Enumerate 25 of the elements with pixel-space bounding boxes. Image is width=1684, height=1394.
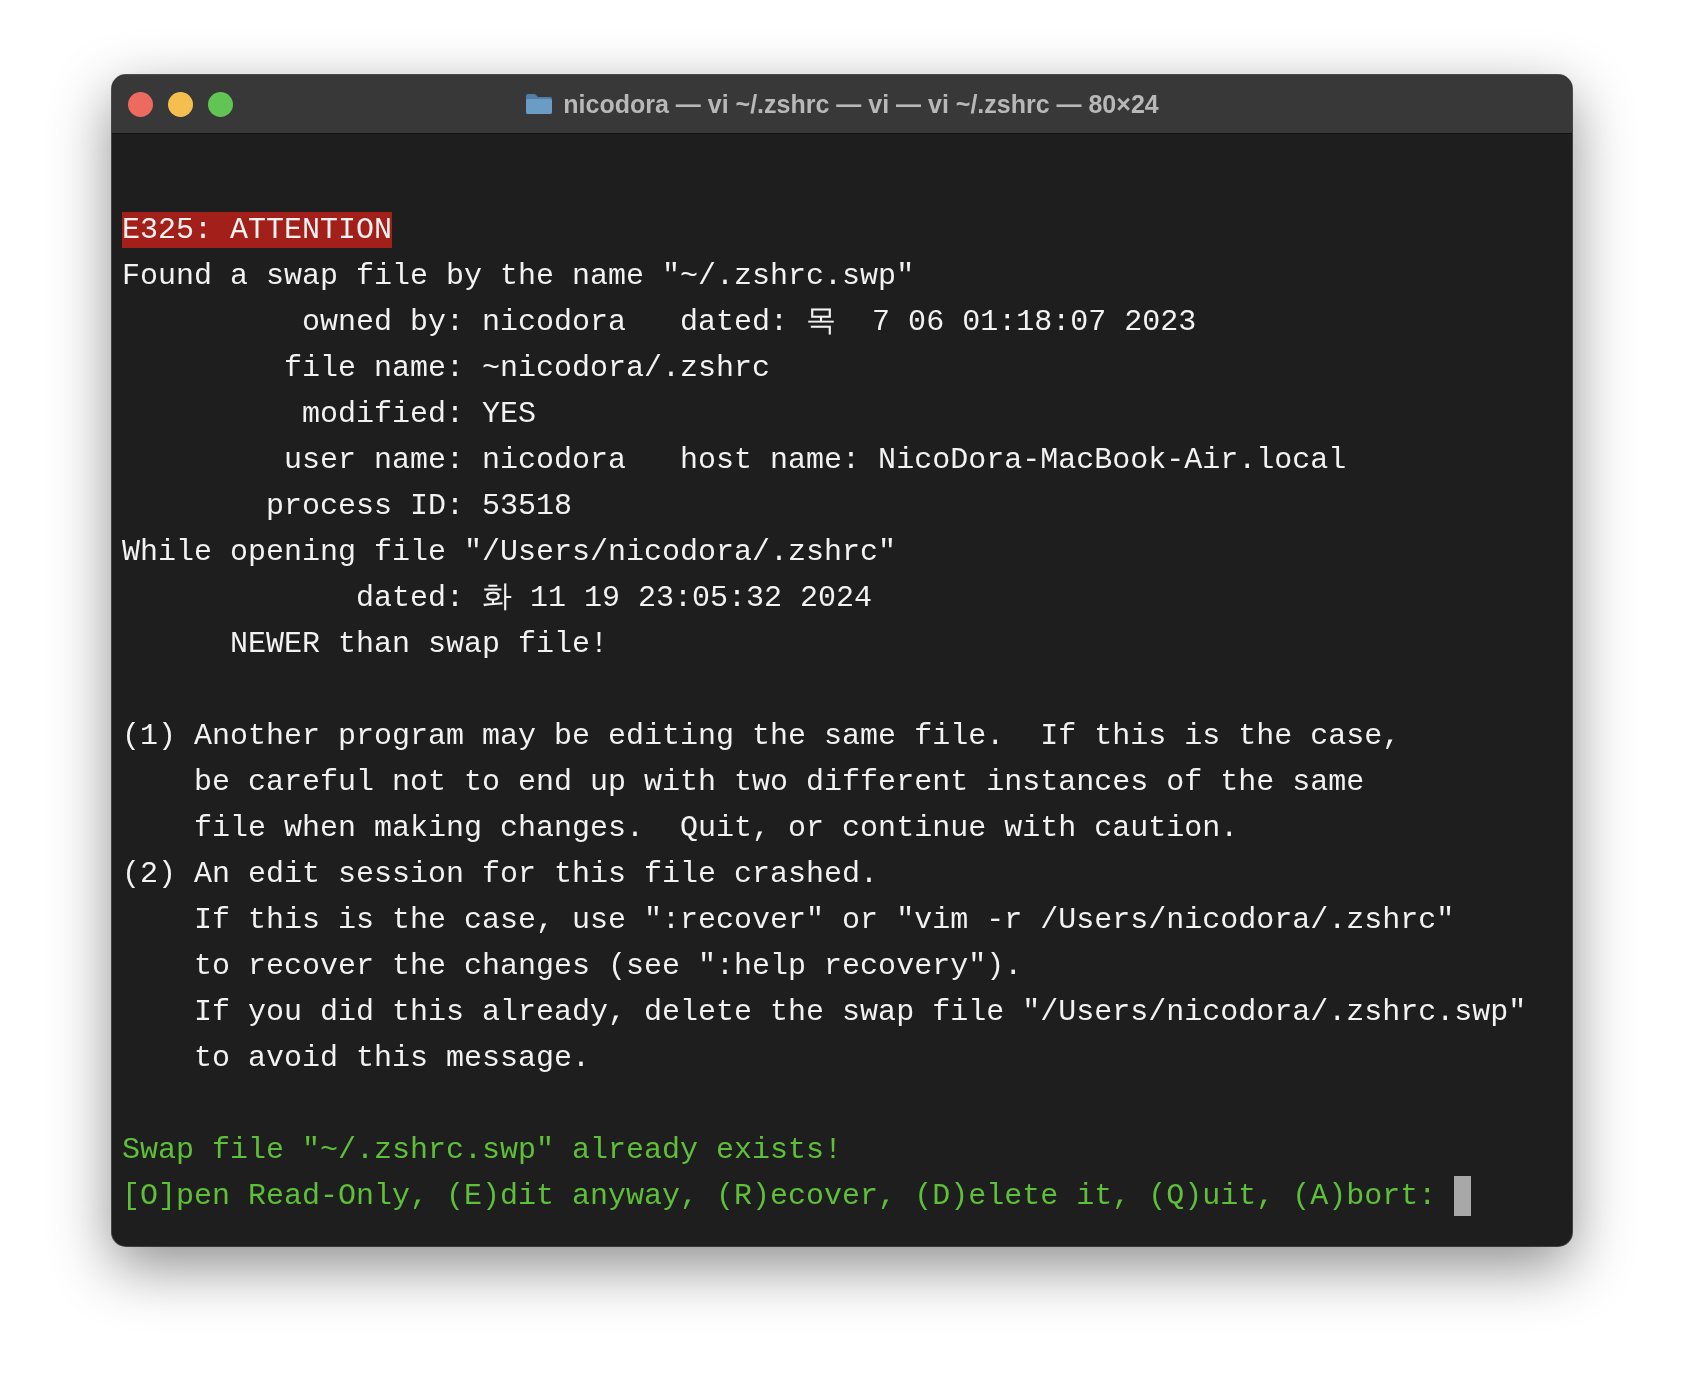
folder-icon xyxy=(525,93,554,115)
error-message: E325: ATTENTION xyxy=(122,212,393,248)
terminal-line: (1) Another program may be editing the same file. If this is the case, xyxy=(122,718,1401,754)
terminal-line: Found a swap file by the name "~/.zshrc.swp" xyxy=(122,258,915,294)
terminal-line: modified: YES xyxy=(301,396,537,432)
prompt-line: Swap file "~/.zshrc.swp" already exists! xyxy=(122,1132,843,1168)
terminal-line: file when making changes. Quit, or continue with caution. xyxy=(193,810,1239,846)
prompt-line: [O]pen Read-Only, (E)dit anyway, (R)ecover, (D)elete it, (Q)uit, (A)bort: xyxy=(122,1178,1438,1214)
terminal-line: process ID: 53518 xyxy=(265,488,573,524)
terminal-line: to avoid this message. xyxy=(193,1040,591,1076)
terminal-line: While opening file "/Users/nicodora/.zshrc" xyxy=(122,534,897,570)
terminal-line: NEWER than swap file! xyxy=(229,626,609,662)
window-title: nicodora — vi ~/.zshrc — vi — vi ~/.zshrc — 80×24 xyxy=(563,89,1159,119)
terminal-line: owned by: nicodora dated: 목 7 06 01:18:07 2023 xyxy=(301,304,1197,340)
minimize-button[interactable] xyxy=(168,91,193,117)
zoom-button[interactable] xyxy=(208,91,233,117)
terminal-line: dated: 화 11 19 23:05:32 2024 xyxy=(355,580,873,616)
terminal-line: (2) An edit session for this file crashed. xyxy=(122,856,879,892)
terminal-line: to recover the changes (see ":help recovery"). xyxy=(193,948,1023,984)
terminal-line: file name: ~nicodora/.zshrc xyxy=(283,350,771,386)
terminal-line: If you did this already, delete the swap file "/Users/nicodora/.zshrc.swp" xyxy=(193,994,1527,1030)
terminal-line: user name: nicodora host name: NicoDora-MacBook-Air.local xyxy=(283,442,1347,478)
close-button[interactable] xyxy=(128,91,153,117)
terminal-line: be careful not to end up with two different instances of the same xyxy=(193,764,1365,800)
terminal-line: If this is the case, use ":recover" or "vim -r /Users/nicodora/.zshrc" xyxy=(193,902,1455,938)
